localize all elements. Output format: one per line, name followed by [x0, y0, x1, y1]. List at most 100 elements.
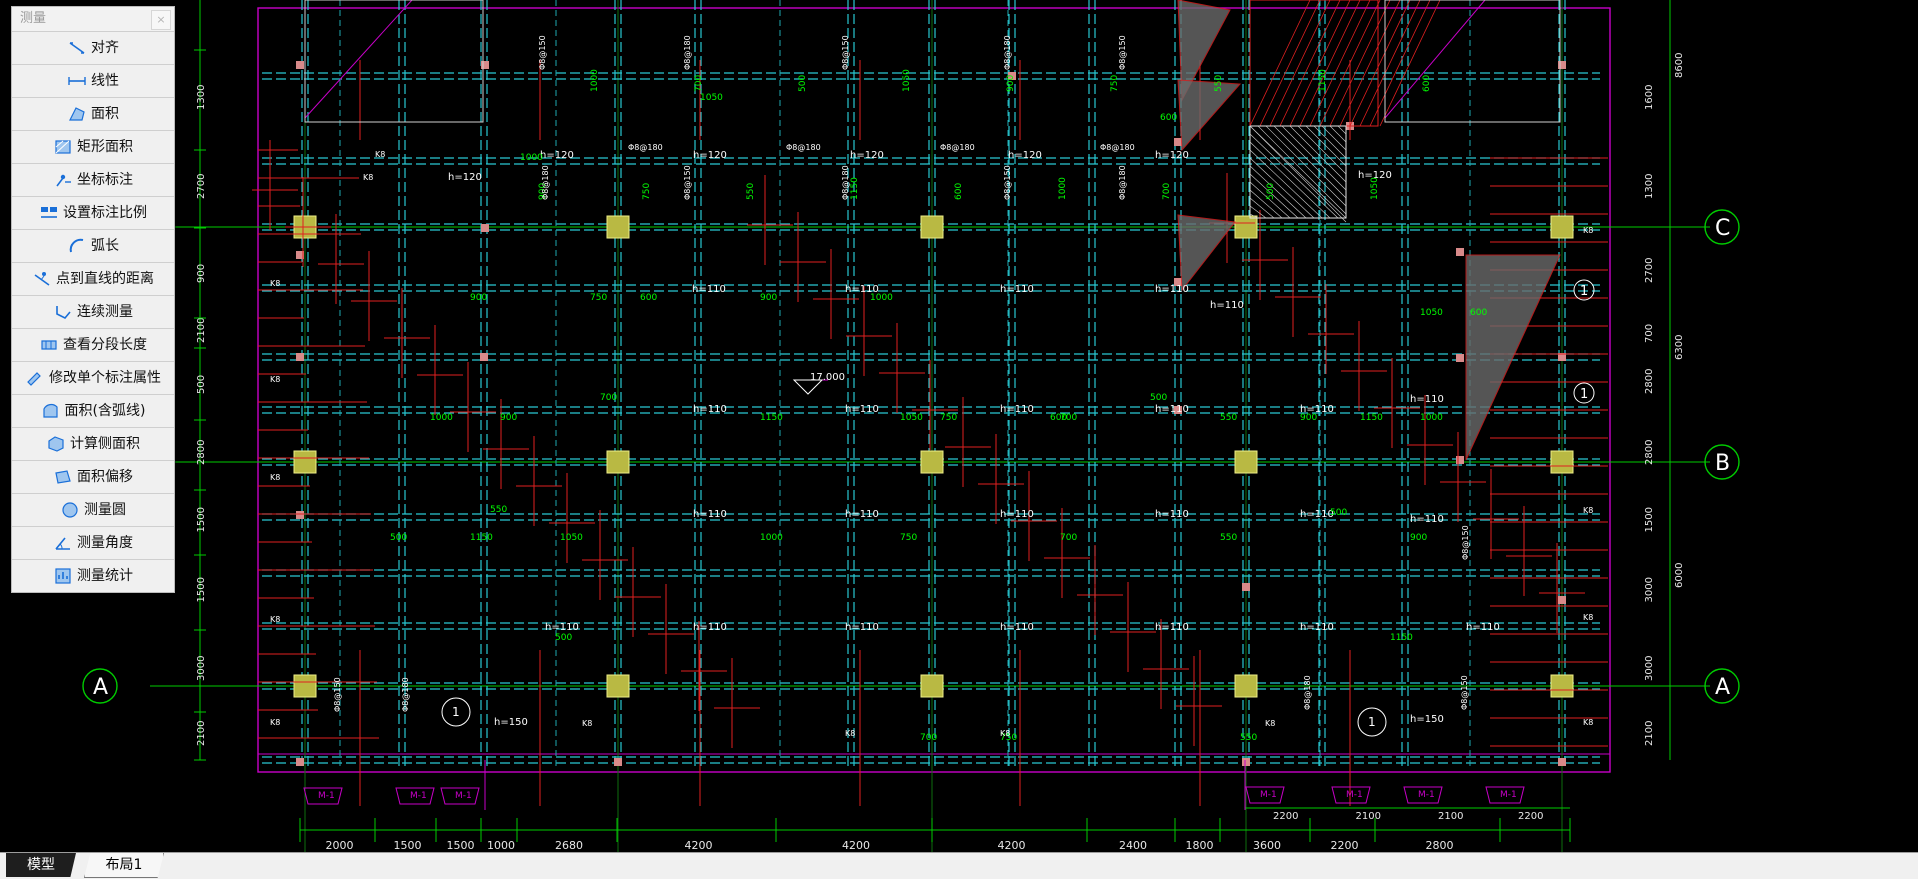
rebar-length-label: 900 — [500, 413, 517, 423]
dimension-text: 2100 — [196, 721, 207, 746]
measure-stats-icon — [53, 566, 73, 586]
tool-label: 测量统计 — [77, 568, 133, 584]
small-column — [1456, 456, 1464, 464]
cad-drawing-canvas[interactable]: 2000 1500 1500 1000 2680 4200 4200 4200 2400 1800… — [0, 0, 1918, 852]
coordinate-annotation-icon — [53, 170, 73, 190]
tool-area-offset-button[interactable]: 面积偏移 — [12, 461, 174, 494]
tab-model[interactable]: 模型 — [6, 853, 76, 877]
tool-segment-length-button[interactable]: 查看分段长度 — [12, 329, 174, 362]
tool-aligned-dimension-button[interactable]: 对齐 — [12, 32, 174, 65]
column — [1234, 450, 1258, 474]
slab-thickness-label: h=150 — [494, 717, 528, 728]
dimension-text: 6000 — [1674, 563, 1685, 588]
tool-annotation-scale-button[interactable]: 设置标注比例 — [12, 197, 174, 230]
slab-thickness-label: h=150 — [1410, 714, 1444, 725]
dimension-text: 900 — [196, 264, 207, 283]
small-column — [480, 353, 488, 361]
elevation-text: 17.000 — [810, 372, 845, 383]
tool-point-to-line-button[interactable]: 点到直线的距离 — [12, 263, 174, 296]
dimension-text: 2680 — [555, 839, 583, 852]
slab-thickness-label: h=110 — [692, 284, 726, 295]
small-column — [296, 61, 304, 69]
dimension-text: 500 — [196, 375, 207, 394]
rebar-spec-label: Φ8@180 — [683, 35, 692, 70]
dimension-text: 2100 — [1438, 811, 1463, 822]
dimension-text: 3000 — [196, 656, 207, 681]
dimension-text: 3600 — [1253, 839, 1281, 852]
slab-thickness-label: h=110 — [1000, 509, 1034, 520]
rebar-length-label: 1150 — [1318, 69, 1328, 92]
rebar-spec-label: Φ8@180 — [940, 143, 975, 152]
small-column — [296, 758, 304, 766]
tool-area-button[interactable]: 面积 — [12, 98, 174, 131]
stair-opening — [304, 0, 484, 123]
dimension-text: 2400 — [1119, 839, 1147, 852]
tool-side-area-button[interactable]: 计算侧面积 — [12, 428, 174, 461]
rebar-length-label: 600 — [1470, 308, 1487, 318]
hatch-line — [1329, 0, 1391, 127]
rebar-length-label: 1000 — [520, 153, 543, 163]
axis-bubble-c-label: C — [1715, 216, 1730, 241]
rebar-length-label: 600 — [1422, 75, 1432, 92]
dimension-text: 1800 — [1186, 839, 1214, 852]
detail-bubble-label: 1 — [1580, 387, 1588, 402]
column — [920, 674, 944, 698]
tool-rectangle-area-button[interactable]: 矩形面积 — [12, 131, 174, 164]
tool-continuous-measure-button[interactable]: 连续测量 — [12, 296, 174, 329]
hatch-line — [1273, 125, 1347, 199]
dimension-text: 2200 — [1273, 811, 1298, 822]
dimension-text: 2000 — [326, 839, 354, 852]
detail-bubble-label: 1 — [1580, 284, 1588, 299]
continuous-measure-icon — [53, 302, 73, 322]
dimension-text: 2700 — [196, 174, 207, 199]
slab-thickness-label: h=110 — [1155, 284, 1189, 295]
close-icon[interactable]: × — [151, 10, 171, 30]
tab-layout1[interactable]: 布局1 — [84, 853, 164, 878]
hatch-line — [1249, 125, 1347, 219]
measure-palette: 测量 × 对齐线性面积 矩形面积 坐标标注 设置标注比例弧长点到直线的距离连续测量 查看… — [11, 6, 175, 593]
palette-title: 测量 × — [12, 7, 174, 32]
slab-thickness-label: h=120 — [1155, 150, 1189, 161]
tool-label: 点到直线的距离 — [56, 271, 154, 287]
reinforcement-k8-label: K8 — [270, 718, 280, 727]
rebar-length-label: 1050 — [1420, 308, 1443, 318]
tool-label: 线性 — [91, 73, 119, 89]
rebar-length-label: 1150 — [760, 413, 783, 423]
rebar-length-label: 900 — [1410, 533, 1427, 543]
hatched-wall — [1177, 79, 1242, 152]
tool-label: 弧长 — [91, 238, 119, 254]
dimension-text: 1500 — [196, 577, 207, 602]
aligned-dimension-icon — [67, 38, 87, 58]
dimension-text: 4200 — [842, 839, 870, 852]
reinforcement-k8-label: K8 — [1583, 226, 1593, 235]
rebar-length-label: 900 — [1300, 413, 1317, 423]
tool-arc-length-button[interactable]: 弧长 — [12, 230, 174, 263]
rebar-length-label: 1150 — [470, 533, 493, 543]
tool-linear-dimension-button[interactable]: 线性 — [12, 65, 174, 98]
rebar-length-label: 700 — [600, 393, 617, 403]
section-bubble-label: 1 — [452, 705, 460, 719]
rebar-length-label: 500 — [1330, 508, 1347, 518]
tool-coordinate-annotation-button[interactable]: 坐标标注 — [12, 164, 174, 197]
tool-measure-angle-button[interactable]: 测量角度 — [12, 527, 174, 560]
rectangle-area-icon — [53, 137, 73, 157]
tool-measure-circle-button[interactable]: 测量圆 — [12, 494, 174, 527]
slab-thickness-label: h=110 — [1000, 284, 1034, 295]
hatch-line — [1299, 0, 1361, 127]
tool-edit-annotation-button[interactable]: 修改单个标注属性 — [12, 362, 174, 395]
dimension-text: 4200 — [685, 839, 713, 852]
slab-thickness-label: h=110 — [1155, 622, 1189, 633]
rebar-length-label: 1050 — [900, 413, 923, 423]
column — [606, 215, 630, 239]
dimension-text: 1600 — [1644, 85, 1655, 110]
tool-label: 计算侧面积 — [70, 436, 140, 452]
slab-thickness-label: h=120 — [1008, 150, 1042, 161]
rebar-length-label: 600 — [1050, 413, 1067, 423]
rebar-spec-label: Φ8@180 — [841, 165, 850, 200]
dimension-text: 2800 — [196, 440, 207, 465]
slab-thickness-label: h=110 — [693, 509, 727, 520]
small-column — [1558, 596, 1566, 604]
tool-area-arc-button[interactable]: 面积(含弧线) — [12, 395, 174, 428]
small-column — [1558, 758, 1566, 766]
tool-measure-stats-button[interactable]: 测量统计 — [12, 560, 174, 592]
